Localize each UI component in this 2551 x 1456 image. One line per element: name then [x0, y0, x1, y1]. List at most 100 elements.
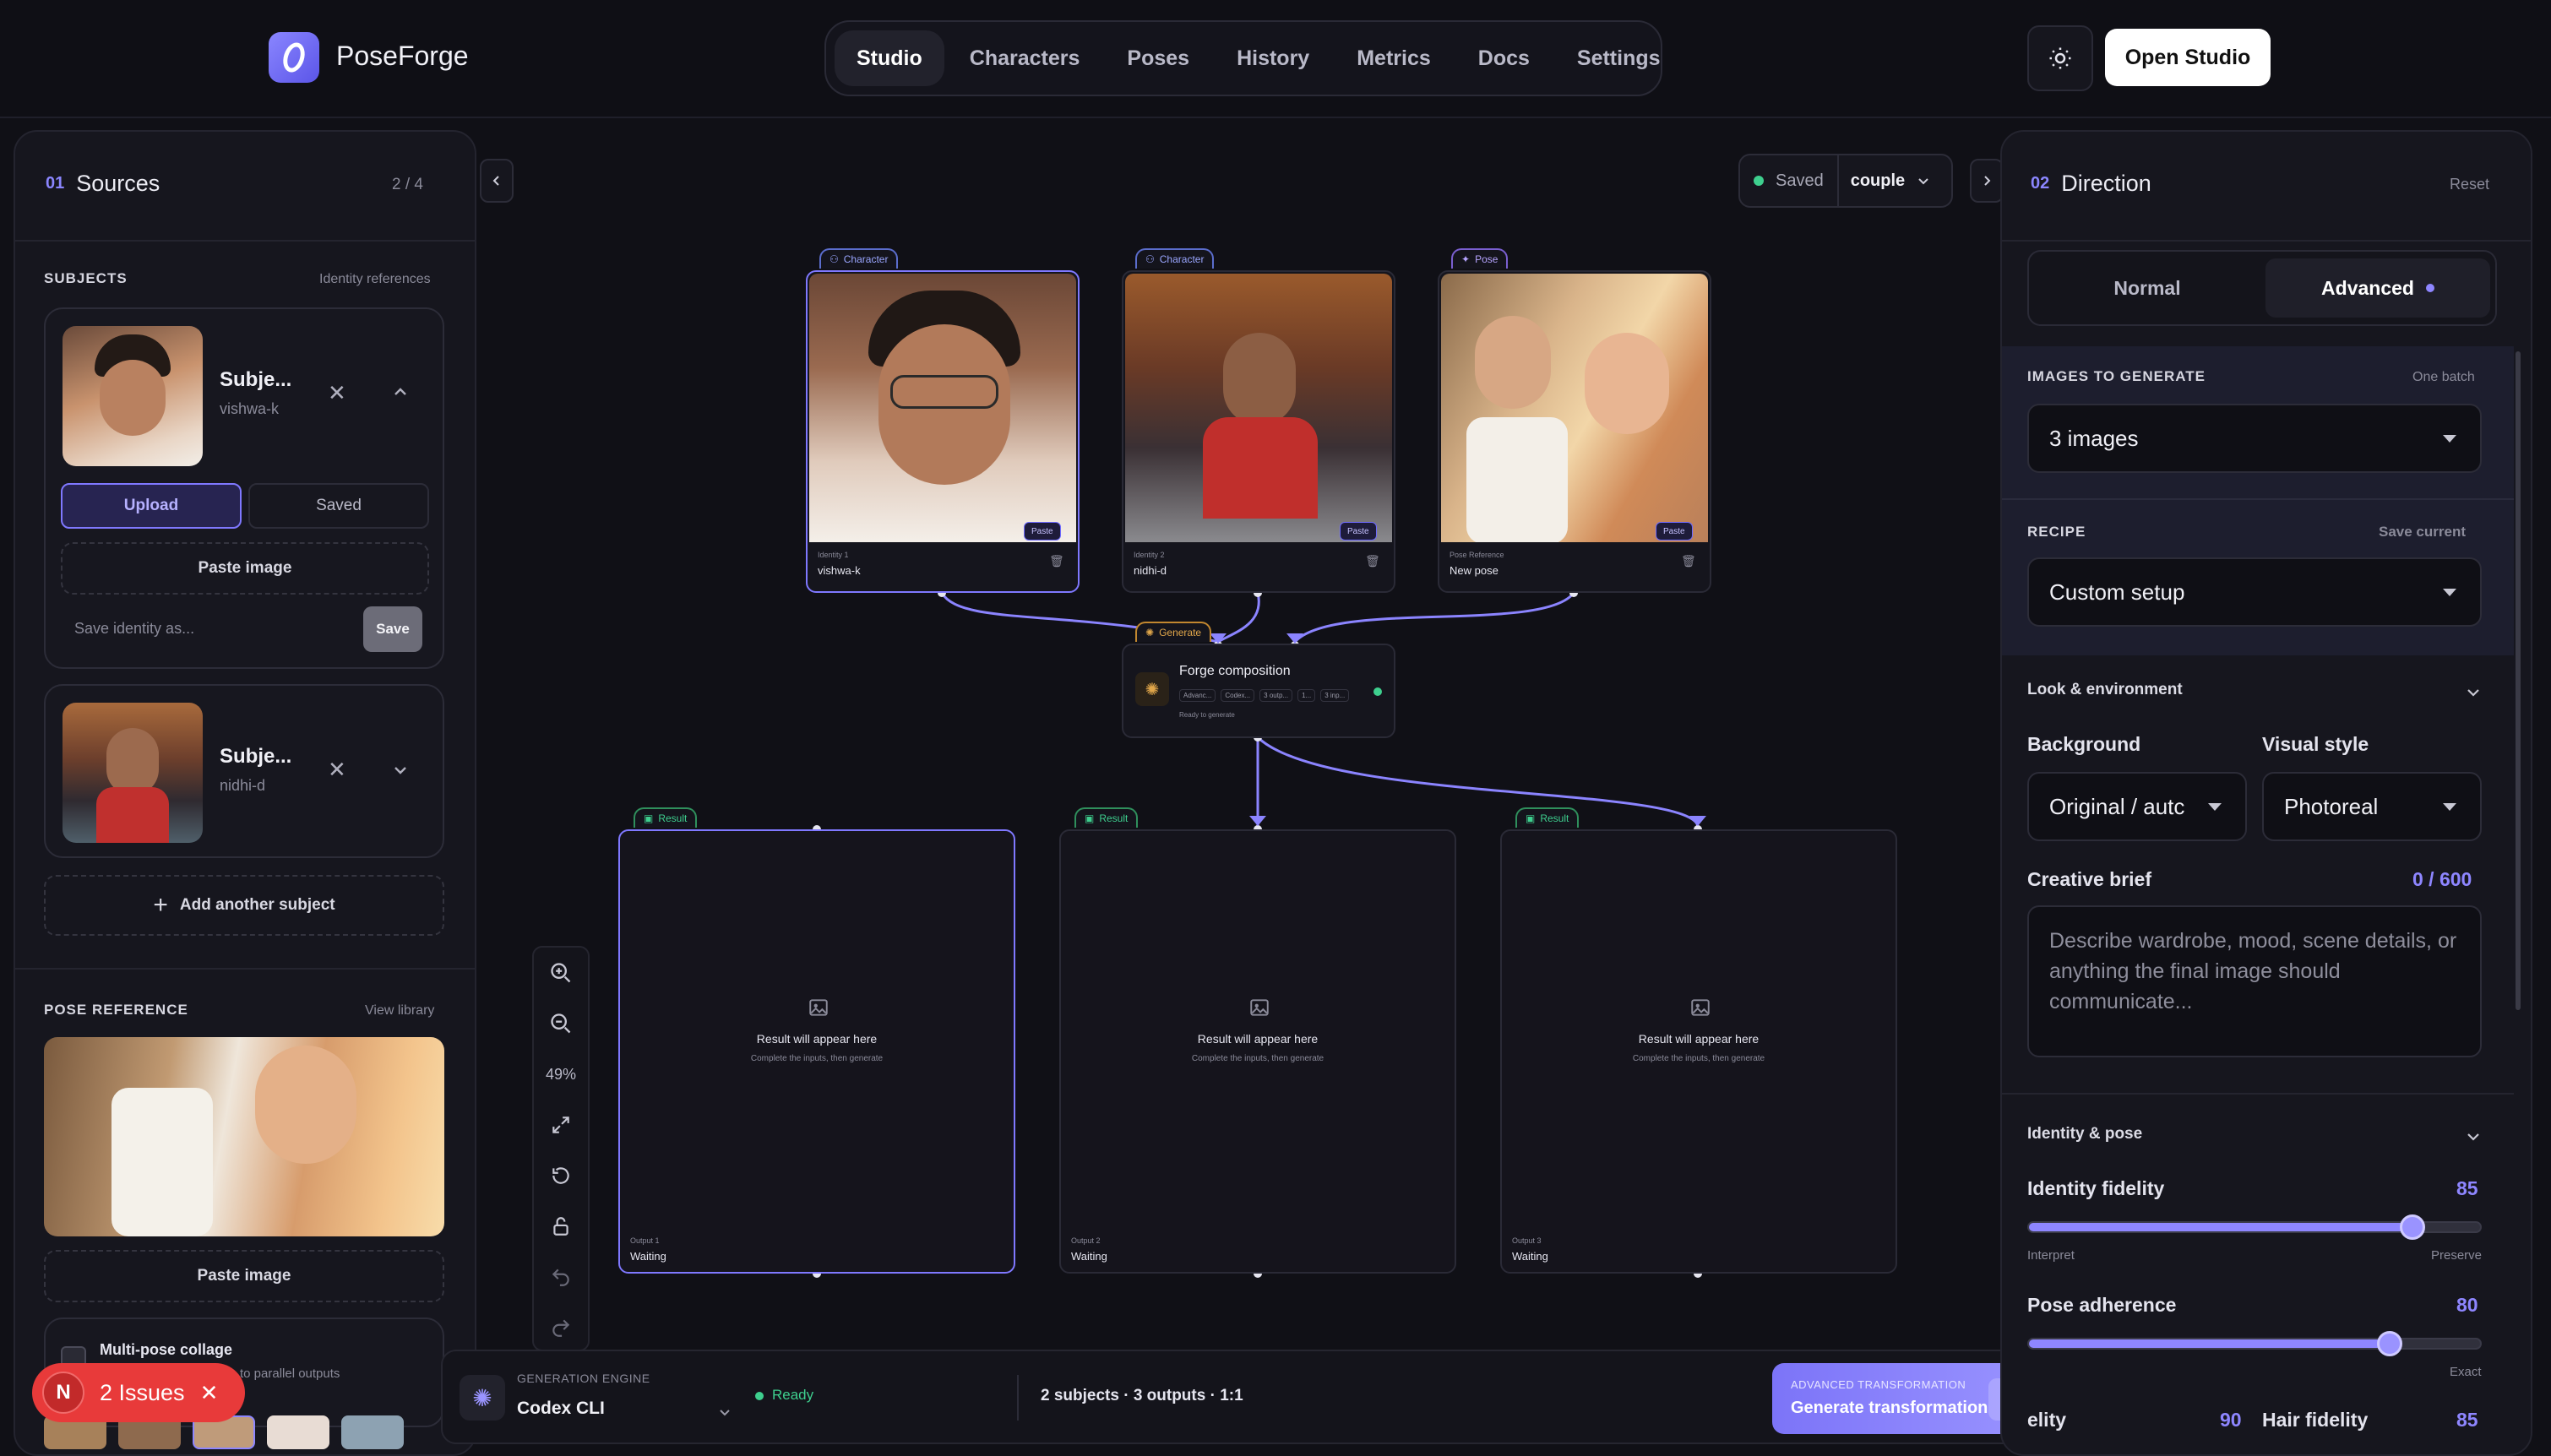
main-nav: Studio Characters Poses History Metrics … [824, 20, 1662, 96]
generate-node[interactable]: ✺ Forge composition Advanc... Codex... 3… [1122, 644, 1395, 738]
direction-number: 02 [2031, 174, 2050, 193]
save-identity-button[interactable]: Save [363, 606, 422, 652]
engine-ready-dot-icon [755, 1392, 764, 1400]
reset-view-icon[interactable] [534, 1150, 588, 1201]
issues-badge[interactable]: N 2 Issues ✕ [32, 1363, 245, 1422]
paste-badge[interactable]: Paste [1340, 522, 1377, 541]
collapse-subject-1-chevron-up-icon[interactable] [392, 383, 409, 400]
remove-subject-1-close-icon[interactable]: ✕ [328, 380, 346, 406]
subject-card-1: Subje... vishwa-k ✕ Upload Saved Paste i… [44, 307, 444, 669]
identity-fidelity-slider[interactable] [2027, 1214, 2482, 1240]
engine-chevron-down-icon[interactable] [718, 1405, 732, 1419]
paste-image-button[interactable]: Paste image [61, 542, 429, 595]
save-identity-input[interactable]: Save identity as... [74, 620, 194, 638]
result-node-3[interactable]: Result will appear here Complete the inp… [1500, 829, 1897, 1274]
result-node-2[interactable]: Result will appear here Complete the inp… [1059, 829, 1456, 1274]
result-2-title: Result will appear here [1197, 1032, 1319, 1046]
subject-1-avatar[interactable] [63, 326, 203, 466]
trash-icon[interactable]: 🗑 [1681, 554, 1696, 568]
identity-fidelity-handle[interactable] [2399, 1214, 2425, 1240]
save-current-link[interactable]: Save current [2379, 524, 2466, 541]
redo-icon[interactable] [534, 1302, 588, 1353]
engine-select[interactable]: Codex CLI [517, 1399, 605, 1419]
sources-scrollbar[interactable] [475, 140, 476, 1348]
trash-icon[interactable]: 🗑 [1049, 554, 1064, 568]
images-count-select[interactable]: 3 images [2027, 404, 2482, 473]
input-node-2[interactable]: Paste Identity 2 nidhi-d 🗑 [1122, 270, 1395, 593]
input-node-3[interactable]: Paste Pose Reference New pose 🗑 [1438, 270, 1711, 593]
paste-badge[interactable]: Paste [1656, 522, 1693, 541]
face-fidelity-value: 90 [2220, 1409, 2242, 1431]
look-chevron-down-icon[interactable] [2465, 684, 2482, 701]
sources-panel: 01 Sources 2 / 4 SUBJECTS Identity refer… [14, 130, 476, 1456]
remove-subject-2-close-icon[interactable]: ✕ [328, 757, 346, 783]
reset-button[interactable]: Reset [2450, 176, 2489, 193]
pose-adherence-handle[interactable] [2377, 1331, 2403, 1356]
zoom-toolbar: 49% [532, 946, 590, 1351]
trash-icon[interactable]: 🗑 [1365, 554, 1380, 568]
save-status-group: Saved couple [1738, 154, 1953, 208]
saved-tab[interactable]: Saved [248, 483, 429, 529]
brand-name[interactable]: PoseForge [336, 41, 469, 72]
engine-status: Ready [772, 1387, 814, 1403]
nav-docs[interactable]: Docs [1456, 30, 1552, 86]
pose-adherence-slider[interactable] [2027, 1331, 2482, 1356]
zoom-in-icon[interactable] [534, 948, 588, 998]
generate-status: Ready to generate [1179, 711, 1235, 719]
view-library-link[interactable]: View library [365, 1003, 434, 1019]
pose-reference-image[interactable] [44, 1037, 444, 1236]
saved-status: Saved [1776, 171, 1824, 190]
paste-badge[interactable]: Paste [1024, 522, 1061, 541]
pose-thumb[interactable] [267, 1415, 329, 1449]
theme-toggle-button[interactable] [2027, 25, 2093, 91]
nav-characters[interactable]: Characters [948, 30, 1102, 86]
result-2-output: Output 2 [1071, 1236, 1101, 1245]
nav-poses[interactable]: Poses [1105, 30, 1211, 86]
result-node-1[interactable]: Result will appear here Complete the inp… [618, 829, 1015, 1274]
subject-2-avatar[interactable] [63, 703, 203, 843]
hair-fidelity-value: 85 [2456, 1409, 2478, 1431]
visual-style-select[interactable]: Photoreal [2262, 772, 2482, 841]
exact-label: Exact [2450, 1365, 2482, 1379]
nav-history[interactable]: History [1215, 30, 1331, 86]
brand-logo-icon[interactable] [269, 32, 319, 83]
sources-count: 2 / 4 [392, 176, 423, 193]
input-node-1[interactable]: Paste Identity 1 vishwa-k 🗑 [806, 270, 1080, 593]
collapse-right-panel-button[interactable] [1970, 159, 2004, 203]
input-3-sub: Pose Reference [1450, 551, 1504, 559]
open-studio-button[interactable]: Open Studio [2105, 29, 2271, 86]
dismiss-issues-close-icon[interactable]: ✕ [200, 1380, 219, 1406]
nav-studio[interactable]: Studio [835, 30, 944, 86]
mode-select[interactable]: couple [1851, 171, 1905, 191]
upload-tab[interactable]: Upload [61, 483, 242, 529]
lock-icon[interactable] [534, 1201, 588, 1252]
identity-chevron-down-icon[interactable] [2465, 1128, 2482, 1145]
undo-icon[interactable] [534, 1252, 588, 1302]
creative-brief-textarea[interactable]: Describe wardrobe, mood, scene details, … [2027, 905, 2482, 1057]
character-tag: ⚇ Character [819, 248, 899, 269]
image-icon: ▣ [644, 812, 654, 824]
mode-normal-tab[interactable]: Normal [2036, 258, 2259, 318]
node-canvas[interactable]: Saved couple ⚇ Character Paste Identity 1… [480, 127, 2004, 1456]
identity-references-link[interactable]: Identity references [319, 272, 431, 287]
nav-metrics[interactable]: Metrics [1335, 30, 1453, 86]
pose-paste-image-button[interactable]: Paste image [44, 1250, 444, 1302]
recipe-select[interactable]: Custom setup [2027, 557, 2482, 627]
mode-advanced-tab[interactable]: Advanced [2265, 258, 2490, 318]
background-select[interactable]: Original / autc [2027, 772, 2247, 841]
generate-chips: Advanc... Codex... 3 outp... 1... 3 inp.… [1179, 689, 1350, 702]
chevron-down-icon[interactable] [1917, 174, 1930, 187]
zoom-out-icon[interactable] [534, 998, 588, 1049]
look-environment-section[interactable]: Look & environment [2027, 681, 2183, 699]
result-1-state: Waiting [630, 1250, 666, 1263]
fit-view-icon[interactable] [534, 1100, 588, 1150]
identity-pose-section[interactable]: Identity & pose [2027, 1125, 2142, 1144]
collapse-left-panel-button[interactable] [480, 159, 514, 203]
engine-label: GENERATION ENGINE [517, 1372, 650, 1385]
generate-label: Generate transformation [1791, 1399, 1988, 1417]
pose-thumb[interactable] [341, 1415, 404, 1449]
add-subject-button[interactable]: + Add another subject [44, 875, 444, 936]
expand-subject-2-chevron-down-icon[interactable] [392, 762, 409, 779]
direction-scrollbar[interactable] [2516, 351, 2521, 1010]
nav-settings[interactable]: Settings [1555, 30, 1683, 86]
